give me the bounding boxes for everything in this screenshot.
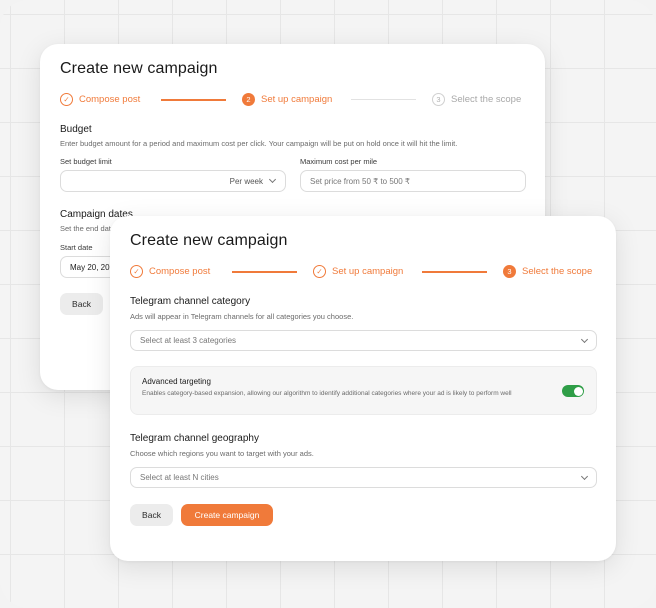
step-select-scope[interactable]: 3 Select the scope: [432, 93, 521, 106]
step-select-scope[interactable]: 3 Select the scope: [503, 265, 592, 278]
page-title: Create new campaign: [60, 60, 218, 77]
geography-description: Choose which regions you want to target …: [130, 449, 314, 458]
step-label: Set up campaign: [332, 266, 404, 277]
budget-title: Budget: [60, 124, 92, 135]
chevron-down-icon: [580, 472, 589, 481]
step-label: Set up campaign: [261, 94, 333, 105]
page-title: Create new campaign: [130, 232, 288, 249]
back-button[interactable]: Back: [130, 504, 173, 526]
max-cost-placeholder: Set price from 50 ₹ to 500 ₹: [310, 176, 411, 186]
step-number: 3: [503, 265, 516, 278]
step-label: Select the scope: [522, 266, 593, 277]
step-label: Compose post: [79, 94, 141, 105]
advanced-targeting-description: Enables category-based expansion, allowi…: [142, 390, 512, 397]
step-connector: [232, 271, 297, 273]
budget-limit-label: Set budget limit: [60, 157, 112, 166]
start-date-label: Start date: [60, 243, 93, 252]
budget-description: Enter budget amount for a period and max…: [60, 139, 458, 148]
check-circle-icon: ✓: [60, 93, 73, 106]
toggle-knob: [573, 386, 583, 396]
period-value: Per week: [229, 176, 263, 186]
step-set-up-campaign[interactable]: 2 Set up campaign: [242, 93, 332, 106]
step-label: Compose post: [149, 266, 211, 277]
category-placeholder: Select at least 3 categories: [140, 336, 237, 345]
advanced-targeting-panel: Advanced targeting Enables category-base…: [130, 366, 597, 415]
budget-limit-select[interactable]: Per week: [60, 170, 286, 192]
advanced-targeting-title: Advanced targeting: [142, 377, 211, 386]
step-connector: [422, 271, 487, 273]
chevron-down-icon: [580, 335, 589, 344]
category-description: Ads will appear in Telegram channels for…: [130, 312, 354, 321]
chevron-down-icon: [268, 175, 277, 184]
category-title: Telegram channel category: [130, 296, 251, 307]
advanced-targeting-toggle[interactable]: [562, 385, 584, 397]
back-button[interactable]: Back: [60, 293, 103, 315]
step-compose-post[interactable]: ✓ Compose post: [130, 265, 210, 278]
geography-title: Telegram channel geography: [130, 433, 259, 444]
geography-placeholder: Select at least N cities: [140, 473, 219, 482]
max-cost-label: Maximum cost per mile: [300, 157, 378, 166]
create-campaign-button[interactable]: Create campaign: [181, 504, 273, 526]
max-cost-input[interactable]: Set price from 50 ₹ to 500 ₹: [300, 170, 526, 192]
campaign-card-front: Create new campaign ✓ Compose post ✓ Set…: [110, 216, 616, 561]
check-circle-icon: ✓: [130, 265, 143, 278]
step-label: Select the scope: [451, 94, 522, 105]
geography-select[interactable]: Select at least N cities: [130, 467, 597, 488]
start-date-value: May 20, 20: [70, 262, 110, 272]
dates-description: Set the end date: [60, 224, 116, 233]
step-number: 2: [242, 93, 255, 106]
step-connector: [351, 99, 416, 100]
category-select[interactable]: Select at least 3 categories: [130, 330, 597, 351]
step-number: 3: [432, 93, 445, 106]
step-connector: [161, 99, 226, 101]
step-set-up-campaign[interactable]: ✓ Set up campaign: [313, 265, 403, 278]
step-compose-post[interactable]: ✓ Compose post: [60, 93, 140, 106]
check-circle-icon: ✓: [313, 265, 326, 278]
